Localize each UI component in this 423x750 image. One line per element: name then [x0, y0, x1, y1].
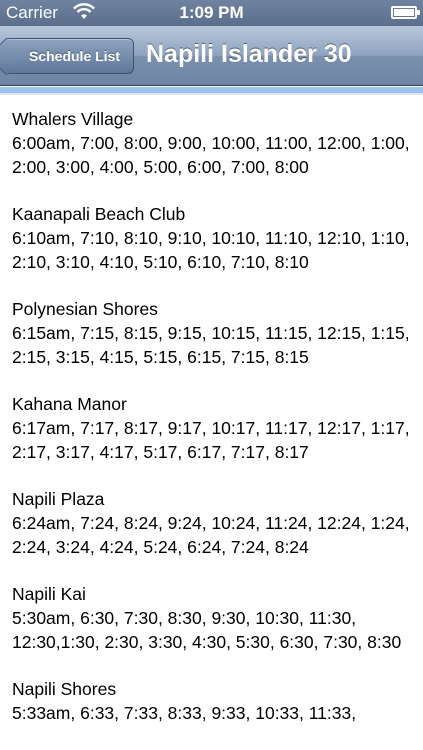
page-title: Napili Islander 30: [146, 40, 352, 68]
stop-times: 6:10am, 7:10, 8:10, 9:10, 10:10, 11:10, …: [12, 228, 410, 272]
stop-name: Whalers Village: [12, 109, 134, 129]
status-time: 1:09 PM: [179, 3, 244, 22]
stop-times: 5:33am, 6:33, 7:33, 8:33, 9:33, 10:33, 1…: [12, 703, 357, 723]
stop-times: 6:15am, 7:15, 8:15, 9:15, 10:15, 11:15, …: [12, 323, 410, 367]
stop-name: Kaanapali Beach Club: [12, 204, 186, 224]
back-button[interactable]: Schedule List: [6, 38, 134, 74]
stop-name: Napili Plaza: [12, 489, 105, 509]
stop-times: 6:24am, 7:24, 8:24, 9:24, 10:24, 11:24, …: [12, 513, 410, 557]
stop-entry: Napili Kai 5:30am, 6:30, 7:30, 8:30, 9:3…: [12, 582, 411, 654]
status-bar: Carrier 1:09 PM: [0, 0, 423, 26]
stop-entry: Whalers Village 6:00am, 7:00, 8:00, 9:00…: [12, 107, 411, 179]
stop-entry: Polynesian Shores 6:15am, 7:15, 8:15, 9:…: [12, 297, 411, 369]
stop-name: Napili Shores: [12, 679, 117, 699]
stop-name: Polynesian Shores: [12, 299, 158, 319]
back-button-label: Schedule List: [28, 48, 121, 64]
stop-times: 5:30am, 6:30, 7:30, 8:30, 9:30, 10:30, 1…: [12, 608, 402, 652]
stop-times: 6:00am, 7:00, 8:00, 9:00, 10:00, 11:00, …: [12, 133, 410, 177]
navigation-bar: Schedule List Napili Islander 30: [0, 26, 423, 86]
stop-entry: Kahana Manor 6:17am, 7:17, 8:17, 9:17, 1…: [12, 392, 411, 464]
stop-name: Kahana Manor: [12, 394, 127, 414]
stop-entry: Kaanapali Beach Club 6:10am, 7:10, 8:10,…: [12, 202, 411, 274]
battery-icon: [391, 6, 420, 19]
stop-entry: Napili Shores 5:33am, 6:33, 7:33, 8:33, …: [12, 677, 411, 725]
stop-entry: Napili Plaza 6:24am, 7:24, 8:24, 9:24, 1…: [12, 487, 411, 559]
schedule-content[interactable]: Whalers Village 6:00am, 7:00, 8:00, 9:00…: [0, 95, 423, 750]
stop-times: 6:17am, 7:17, 8:17, 9:17, 10:17, 11:17, …: [12, 418, 410, 462]
stop-name: Napili Kai: [12, 584, 86, 604]
